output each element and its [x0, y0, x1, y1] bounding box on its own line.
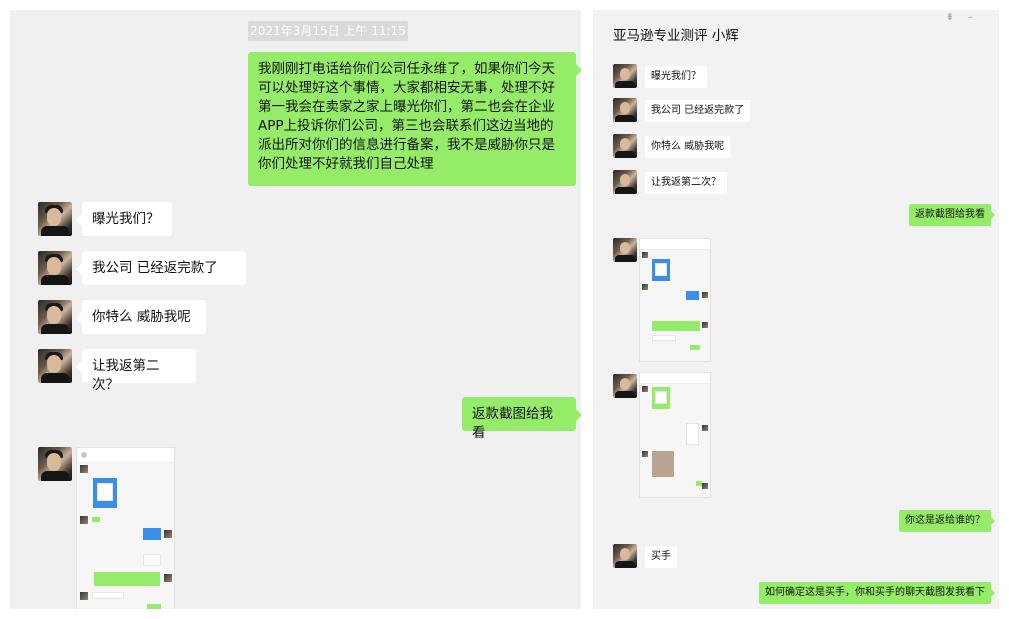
contact-avatar[interactable] — [613, 134, 637, 158]
contact-avatar[interactable] — [38, 202, 72, 236]
message-bubble-outgoing[interactable]: 返款截图给我看 — [909, 204, 995, 226]
contact-avatar[interactable] — [613, 64, 637, 88]
message-bubble-outgoing[interactable]: 你这是返给谁的？ — [899, 510, 995, 532]
message-bubble-incoming[interactable]: 买手 — [645, 546, 677, 568]
message-bubble-incoming[interactable]: 曝光我们？ — [76, 202, 172, 236]
message-bubble-incoming[interactable]: 我公司 已经返完款了 — [645, 100, 751, 122]
contact-avatar[interactable] — [38, 349, 72, 383]
right-chat-window: 亚马逊专业测评 小辉 ⇟– 曝光我们？ 我公司 已经返完款了 你特么 威胁我呢 … — [593, 10, 999, 609]
contact-avatar[interactable] — [613, 374, 637, 398]
message-bubble-incoming[interactable]: 你特么 威胁我呢 — [76, 300, 206, 334]
pin-icon[interactable]: ⇟ — [946, 12, 968, 23]
screenshot-image-message[interactable] — [639, 372, 711, 498]
contact-avatar[interactable] — [613, 544, 637, 568]
message-bubble-outgoing[interactable]: 我刚刚打电话给你们公司任永维了，如果你们今天可以处理好这个事情，大家都相安无事，… — [248, 52, 581, 186]
chat-title: 亚马逊专业测评 小辉 — [613, 28, 739, 44]
message-bubble-outgoing[interactable]: 返款截图给我看 — [462, 397, 581, 441]
message-bubble-incoming[interactable]: 让我返第二次？ — [645, 172, 727, 194]
contact-avatar[interactable] — [38, 447, 72, 481]
message-bubble-incoming[interactable]: 让我返第二次？ — [76, 349, 196, 393]
screenshot-image-message[interactable] — [639, 238, 711, 362]
contact-avatar[interactable] — [613, 170, 637, 194]
contact-avatar[interactable] — [613, 238, 637, 262]
contact-avatar[interactable] — [613, 98, 637, 122]
message-bubble-incoming[interactable]: 曝光我们？ — [645, 66, 707, 88]
screenshot-image-message[interactable] — [76, 447, 175, 609]
message-bubble-outgoing[interactable]: 如何确定这是买手，你和买手的聊天截图发我看下 — [759, 582, 995, 604]
message-bubble-incoming[interactable]: 你特么 威胁我呢 — [645, 136, 731, 158]
timestamp: 2021年3月15日 上午 11:15 — [248, 21, 408, 41]
contact-avatar[interactable] — [38, 300, 72, 334]
window-controls: ⇟– — [946, 12, 987, 23]
message-bubble-incoming[interactable]: 我公司 已经返完款了 — [76, 251, 246, 285]
minimize-icon[interactable]: – — [968, 12, 987, 23]
left-chat-window: 2021年3月15日 上午 11:15 我刚刚打电话给你们公司任永维了，如果你们… — [10, 10, 581, 609]
contact-avatar[interactable] — [38, 251, 72, 285]
